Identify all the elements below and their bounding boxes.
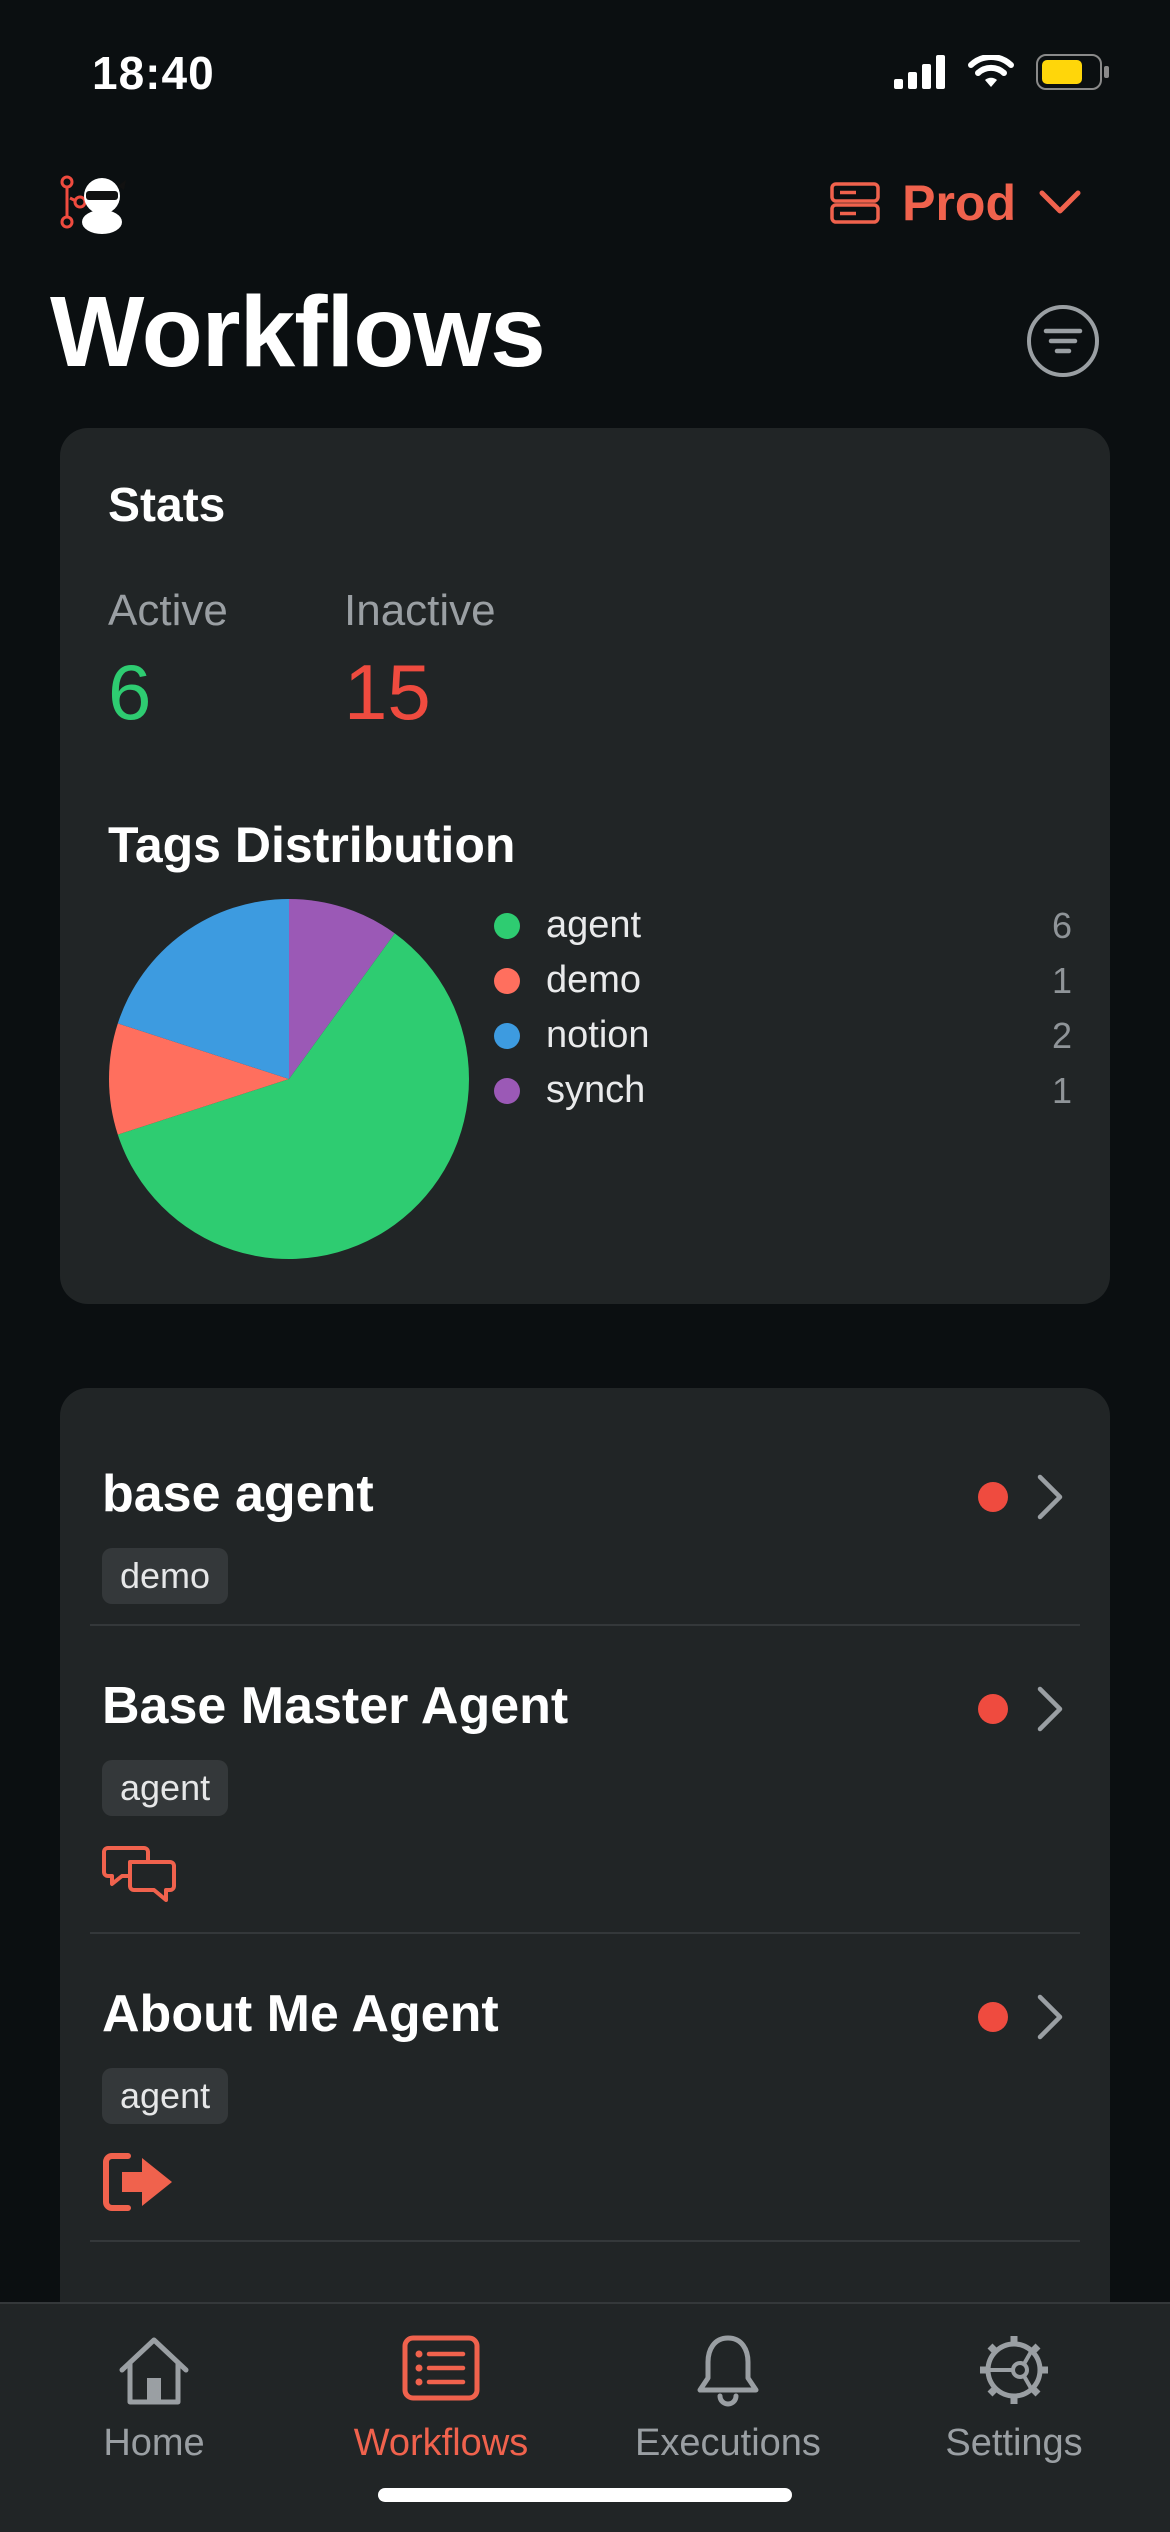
environment-switcher[interactable]: Prod bbox=[830, 172, 1082, 234]
legend-count: 1 bbox=[1051, 959, 1072, 1001]
legend-label: demo bbox=[546, 959, 642, 1001]
legend-item: notion 2 bbox=[488, 1008, 1072, 1063]
gear-icon bbox=[980, 2336, 1048, 2404]
tab-executions[interactable]: Executions bbox=[608, 2332, 848, 2465]
signal-icon bbox=[894, 55, 945, 89]
legend-item: demo 1 bbox=[488, 953, 1072, 1008]
battery-icon bbox=[1036, 54, 1109, 90]
workflows-icon bbox=[402, 2335, 480, 2401]
tab-label: Settings bbox=[945, 2422, 1083, 2464]
workflow-row[interactable]: Base Master Agent agent bbox=[60, 1626, 1110, 1932]
legend-dot bbox=[494, 1022, 520, 1049]
status-icons bbox=[894, 52, 1110, 92]
workflow-row[interactable]: About Me Agent agent bbox=[60, 1934, 1110, 2240]
inactive-count: 15 bbox=[344, 648, 431, 736]
legend-item: agent 6 bbox=[488, 898, 1072, 953]
pie-chart-svg bbox=[109, 899, 470, 1259]
inactive-label: Inactive bbox=[344, 586, 496, 635]
chevron-right-icon bbox=[1037, 1686, 1063, 1732]
legend-label: notion bbox=[546, 1014, 650, 1056]
workflow-tag: demo bbox=[102, 1548, 229, 1604]
legend-item: synch 1 bbox=[488, 1063, 1072, 1118]
server-icon bbox=[830, 182, 880, 224]
ninja-logo-icon[interactable] bbox=[60, 172, 126, 234]
chat-icon bbox=[102, 1846, 176, 1902]
legend-count: 2 bbox=[1051, 1014, 1072, 1056]
stats-card: Stats Active 6 Inactive 15 Tags Distribu… bbox=[60, 428, 1110, 1304]
legend-count: 1 bbox=[1051, 1069, 1072, 1111]
wifi-icon bbox=[968, 55, 1014, 87]
workflow-list: base agent demo Base Master Agent agent … bbox=[60, 1388, 1110, 2388]
tab-label: Workflows bbox=[353, 2422, 529, 2464]
chevron-down-icon bbox=[1039, 190, 1081, 214]
status-bar: 18:40 bbox=[0, 0, 1170, 140]
tags-distribution-title: Tags Distribution bbox=[108, 817, 516, 873]
workflow-name: Base Master Agent bbox=[102, 1677, 569, 1735]
active-count: 6 bbox=[108, 648, 152, 736]
legend-dot bbox=[494, 912, 520, 939]
tab-workflows[interactable]: Workflows bbox=[321, 2332, 561, 2465]
workflow-row[interactable]: base agent demo bbox=[60, 1388, 1110, 1624]
status-dot-inactive bbox=[978, 1694, 1008, 1724]
chevron-right-icon bbox=[1037, 1994, 1063, 2040]
home-indicator bbox=[378, 2488, 792, 2502]
legend-label: synch bbox=[546, 1069, 646, 1111]
exit-icon bbox=[103, 2153, 172, 2211]
workflow-tag: agent bbox=[102, 2068, 229, 2124]
workflow-tag: agent bbox=[102, 1760, 229, 1816]
tab-label: Executions bbox=[635, 2422, 821, 2464]
status-time: 18:40 bbox=[92, 47, 215, 99]
filter-icon[interactable] bbox=[1026, 304, 1100, 378]
tags-pie-chart bbox=[106, 896, 472, 1262]
status-dot-inactive bbox=[978, 1482, 1008, 1512]
tab-label: Home bbox=[103, 2422, 205, 2464]
workflow-name: base agent bbox=[102, 1465, 374, 1523]
legend-label: agent bbox=[546, 904, 642, 946]
bell-icon bbox=[697, 2335, 759, 2407]
page-title: Workflows bbox=[50, 276, 546, 388]
legend-dot bbox=[494, 1077, 520, 1104]
active-label: Active bbox=[108, 586, 228, 635]
legend-count: 6 bbox=[1051, 904, 1072, 946]
environment-label: Prod bbox=[902, 175, 1016, 231]
stats-title: Stats bbox=[108, 479, 226, 532]
workflow-name: About Me Agent bbox=[102, 1985, 499, 2043]
tab-home[interactable]: Home bbox=[34, 2332, 274, 2465]
legend-dot bbox=[494, 967, 520, 994]
status-dot-inactive bbox=[978, 2002, 1008, 2032]
tags-legend: agent 6 demo 1 notion 2 synch 1 bbox=[488, 898, 1072, 1118]
tab-settings[interactable]: Settings bbox=[894, 2332, 1134, 2465]
app-screen: 18:40 Prod Workflows Stats Active 6 Inac… bbox=[0, 0, 1170, 2532]
home-icon bbox=[119, 2337, 189, 2405]
chevron-right-icon bbox=[1037, 1474, 1063, 1520]
